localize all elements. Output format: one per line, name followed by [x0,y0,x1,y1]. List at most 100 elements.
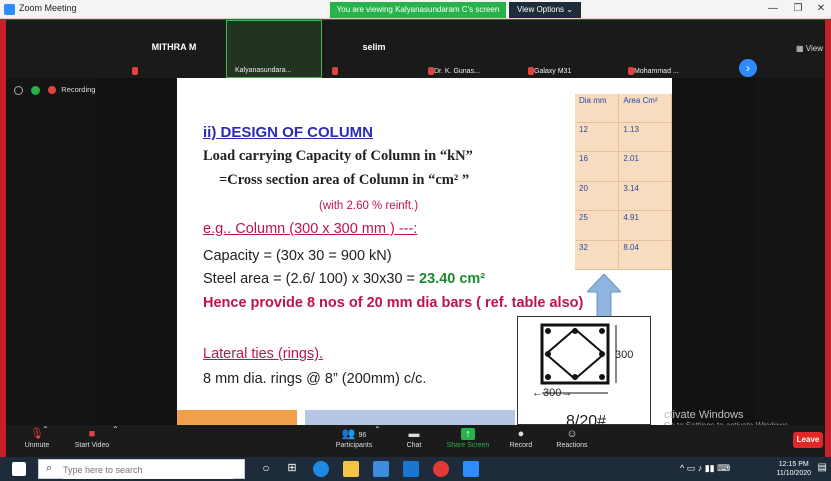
window-title: Zoom Meeting [19,3,77,13]
windows-taskbar: ⌕ ○ ⊞ ^ ▭ ♪ ▮▮ ⌨ 12:15 PM 11/10/2020 ▤ [0,457,831,481]
record-icon: ● [517,428,525,440]
participant-tile-active[interactable]: Kalyanasundara... [226,20,322,78]
table-cell: 16 [575,151,620,182]
participant-name: MITHRA M [151,42,197,52]
participant-label: Mohammad ... [634,68,679,75]
minimize-icon[interactable]: — [765,2,781,16]
share-screen-button[interactable]: ↑ Share Screen [444,428,492,449]
participants-chevron-icon[interactable]: ⌃ [374,425,381,434]
slide-capacity: Capacity = (30x 30 = 900 kN) [203,248,392,264]
slide-footer-bar [177,410,297,425]
table-cell: 2.01 [618,151,672,182]
unmute-label: Unmute [24,442,50,449]
participants-icon: 👥 96 [341,428,367,440]
record-label: Record [509,442,533,449]
zoom-icon [4,4,15,15]
chat-button[interactable]: ▬ Chat [402,428,426,449]
column-section-diagram: 300 ←300→ 8/20# [517,316,651,425]
participant-label: Galaxy M31 [534,68,572,75]
table-cell: 32 [575,240,620,271]
table-cell: 4.91 [618,210,672,241]
start-video-button[interactable]: ■ Start Video [70,428,114,449]
watermark-title: ctivate Windows [664,409,744,421]
notification-icon[interactable]: ▤ [818,462,827,473]
table-cell: 3.14 [618,181,672,212]
table-row: 25 4.91 [575,210,672,241]
view-switch-button[interactable]: ▦ View [796,44,823,53]
edge-icon[interactable] [313,461,329,477]
search-icon: ⌕ [46,462,53,474]
store-icon[interactable] [373,461,389,477]
participant-tile[interactable]: Galaxy M31 [526,20,622,78]
table-cell: 12 [575,122,620,153]
task-view-icon[interactable]: ⊞ [284,461,300,477]
recording-icon [48,86,57,95]
table-cell: 1.13 [618,122,672,153]
chat-icon: ▬ [408,428,420,440]
shield-icon[interactable] [31,85,41,95]
view-options-button[interactable]: View Options ⌄ [509,2,581,18]
audio-options-chevron-icon[interactable]: ⌃ [42,425,49,434]
section-width-label: ←300→ [532,387,573,399]
steel-area-text: Steel area = (2.6/ 100) x 30x30 = [203,271,420,287]
unmute-button[interactable]: 🎙 Unmute [20,428,54,449]
table-header: Dia mm [575,94,620,123]
slide-heading: ii) DESIGN OF COLUMN [203,124,373,141]
start-video-label: Start Video [74,442,110,449]
reactions-label: Reactions [556,442,588,449]
participants-count: 96 [358,432,367,439]
table-header-row: Dia mm Area Cm² [575,94,672,123]
screen-share-banner: You are viewing Kalyanasundaram C's scre… [330,2,506,18]
slide-line: =Cross section area of Column in “cm² ” [219,172,470,188]
mail-icon[interactable] [403,461,419,477]
cortana-icon[interactable]: ○ [258,461,274,477]
video-options-chevron-icon[interactable]: ⌃ [112,425,119,434]
participant-video-strip: MITHRA M Kalyanasundara... selim Dr. K. … [6,20,825,78]
slide-steel-area: Steel area = (2.6/ 100) x 30x30 = 23.40 … [203,271,485,287]
video-off-icon: ■ [88,428,96,440]
table-cell: 25 [575,210,620,241]
next-page-arrow-icon[interactable]: › [739,59,757,77]
slide-rings: 8 mm dia. rings @ 8” (200mm) c/c. [203,371,427,387]
participant-tile[interactable]: MITHRA M [126,20,222,78]
participant-tile[interactable]: Mohammad ... [626,20,722,78]
slide-hence: Hence provide 8 nos of 20 mm dia bars ( … [203,295,584,311]
table-row: 12 1.13 [575,122,672,153]
reactions-button[interactable]: ☺ Reactions [554,428,590,449]
windows-start-icon[interactable] [12,462,26,476]
participants-label: Participants [335,442,373,449]
table-row: 16 2.01 [575,151,672,182]
taskbar-clock[interactable]: 12:15 PM 11/10/2020 [776,460,811,478]
chrome-icon[interactable] [433,461,449,477]
clock-time: 12:15 PM [778,461,809,468]
slide-line: Load carrying Capacity of Column in “kN” [203,148,473,164]
share-screen-label: Share Screen [446,442,490,449]
slide-lateral-ties: Lateral ties (rings). [203,346,324,362]
participants-button[interactable]: 👥 96 Participants [330,428,378,449]
meeting-status-bar: Recording [14,85,95,95]
table-cell: 20 [575,181,620,212]
window-titlebar: Zoom Meeting You are viewing Kalyanasund… [0,0,831,19]
reactions-icon: ☺ [566,428,578,440]
column-section-icon [540,323,617,394]
restore-icon[interactable]: ❐ [790,2,806,16]
file-explorer-icon[interactable] [343,461,359,477]
participant-tile[interactable]: selim [326,20,422,78]
search-input[interactable] [63,461,233,479]
chat-label: Chat [406,442,422,449]
bar-area-table: Dia mm Area Cm² 12 1.13 16 2.01 20 3.14 … [575,94,672,271]
participant-name: selim [362,42,386,52]
section-height-label: 300 [615,349,634,361]
zoom-taskbar-icon[interactable] [463,461,479,477]
system-tray-icons[interactable]: ^ ▭ ♪ ▮▮ ⌨ [680,463,730,474]
share-screen-icon: ↑ [461,428,475,440]
close-icon[interactable]: ✕ [813,2,829,16]
section-bar-label: 8/20# [566,413,607,425]
taskbar-search[interactable]: ⌕ [38,459,245,479]
table-cell: 8.04 [618,240,672,271]
info-icon[interactable] [14,85,23,95]
leave-button[interactable]: Leave [793,432,823,448]
record-button[interactable]: ● Record [506,428,536,449]
table-header: Area Cm² [618,94,672,123]
participant-tile[interactable]: Dr. K. Gunas... [426,20,522,78]
